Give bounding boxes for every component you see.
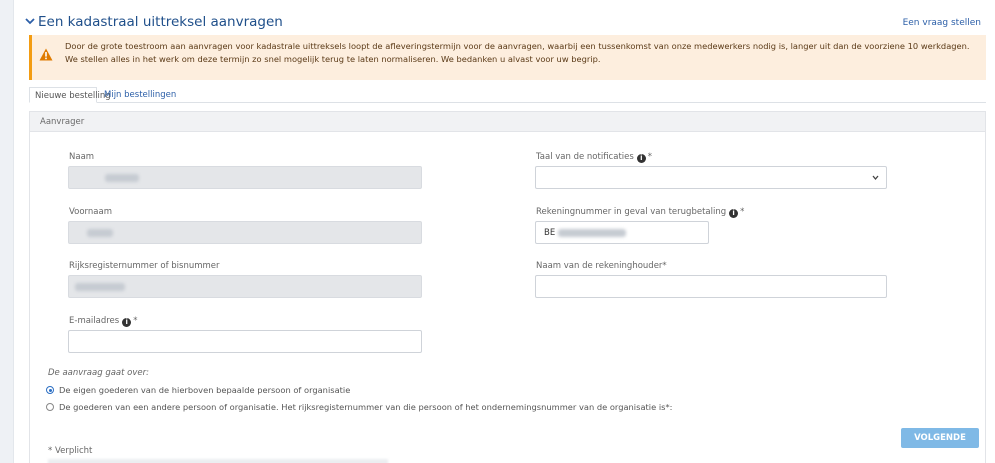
voornaam-label: Voornaam <box>69 207 112 217</box>
required-mark: * <box>740 207 745 217</box>
taal-select[interactable] <box>535 166 887 189</box>
info-icon[interactable]: i <box>636 154 646 163</box>
question-label: De aanvraag gaat over: <box>48 368 149 378</box>
info-icon[interactable]: i <box>729 209 739 218</box>
info-icon[interactable]: i <box>122 318 132 327</box>
radio-own-goods[interactable] <box>46 386 54 394</box>
email-label-text: E-mailadres <box>69 316 120 326</box>
rijksregister-label: Rijksregisternummer of bisnummer <box>69 261 220 271</box>
page-title[interactable]: Een kadastraal uittreksel aanvragen <box>38 14 283 30</box>
email-label: E-mailadres i * <box>69 316 137 327</box>
alert-message: Door de grote toestroom aan aanvragen vo… <box>65 41 970 64</box>
rekening-label-text: Rekeningnummer in geval van terugbetalin… <box>536 207 727 217</box>
truncated-footnote <box>48 459 388 463</box>
page-header: Een kadastraal uittreksel aanvragen Een … <box>24 14 981 34</box>
required-mark: * <box>133 316 138 326</box>
option-other-goods-label: De goederen van een andere persoon of or… <box>59 402 673 412</box>
tab-my-orders[interactable]: Mijn bestellingen <box>99 87 181 103</box>
houder-field[interactable] <box>535 275 887 298</box>
houder-label: Naam van de rekeninghouder* <box>536 261 667 271</box>
rijksregister-field <box>68 275 422 298</box>
warning-alert: Door de grote toestroom aan aanvragen vo… <box>29 35 986 80</box>
option-own-goods-label: De eigen goederen van de hierboven bepaa… <box>59 385 351 395</box>
tab-new-order[interactable]: Nieuwe bestelling <box>29 87 111 103</box>
naam-label: Naam <box>69 152 95 162</box>
section-title: Aanvrager <box>40 117 85 127</box>
select-chevron-icon <box>872 175 879 181</box>
email-field[interactable] <box>68 330 422 353</box>
required-footnote: * Verplicht <box>48 446 93 456</box>
rekening-value: BE <box>544 228 556 238</box>
left-rail <box>0 0 14 463</box>
rekening-label: Rekeningnummer in geval van terugbetalin… <box>536 207 744 218</box>
warning-icon <box>39 48 53 61</box>
taal-label-text: Taal van de notificaties <box>536 152 634 162</box>
rekening-field[interactable]: BE <box>535 221 709 244</box>
ask-question-link[interactable]: Een vraag stellen <box>903 18 981 28</box>
chevron-down-icon[interactable] <box>24 15 36 27</box>
voornaam-field <box>68 221 422 244</box>
tab-bar: Nieuwe bestelling Mijn bestellingen <box>29 87 986 103</box>
next-step-button[interactable]: VOLGENDE STAP <box>901 428 979 463</box>
required-mark: * <box>647 152 653 162</box>
section-header: Aanvrager <box>29 111 986 132</box>
taal-label: Taal van de notificaties i * <box>536 152 652 163</box>
radio-other-goods[interactable] <box>46 403 54 411</box>
naam-field <box>68 166 422 189</box>
